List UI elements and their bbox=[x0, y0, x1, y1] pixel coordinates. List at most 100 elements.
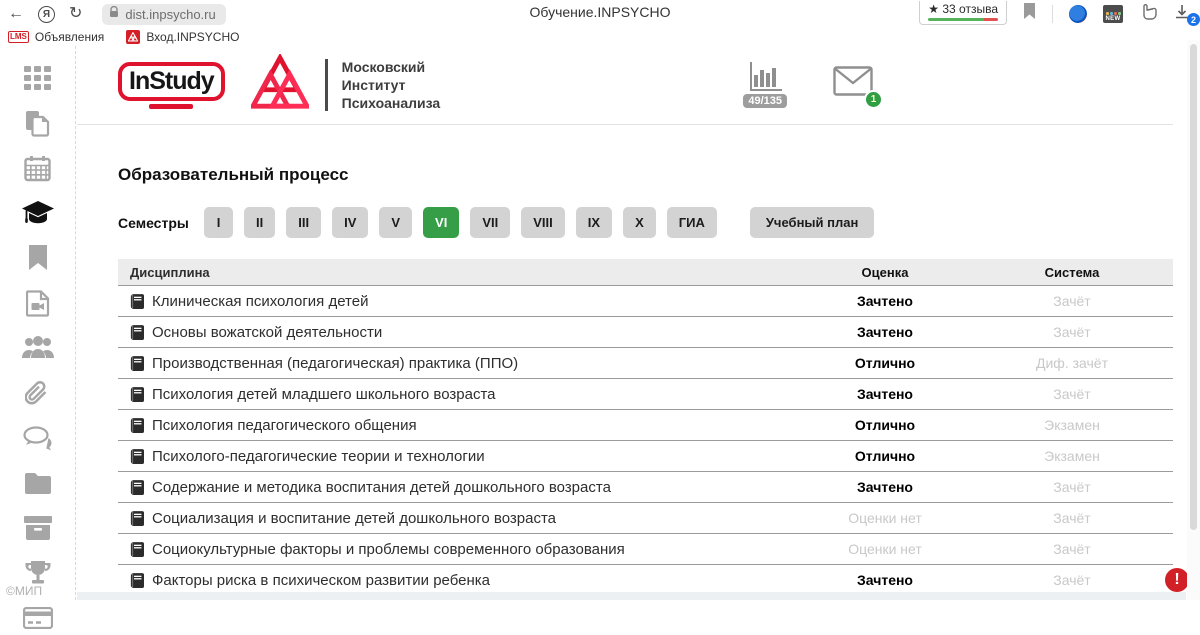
extension-new-icon[interactable]: NEW bbox=[1103, 5, 1123, 23]
site-header: InStudy Московский Институт Психоанализа bbox=[77, 46, 1173, 125]
extension-hand-icon[interactable] bbox=[1139, 3, 1158, 26]
grade-system: Экзамен bbox=[971, 448, 1173, 464]
mail-button[interactable]: 1 bbox=[833, 66, 873, 101]
bookmarks-bar: LMS Объявления Вход.INPSYCHO bbox=[0, 28, 1200, 46]
grade-value: Отлично bbox=[799, 355, 971, 371]
sidebar-item-archive[interactable] bbox=[21, 516, 55, 545]
documents-icon bbox=[25, 110, 51, 142]
refresh-icon[interactable]: ↻ bbox=[69, 6, 82, 22]
grade-system: Зачёт bbox=[971, 293, 1173, 309]
table-row[interactable]: Психология детей младшего школьного возр… bbox=[118, 379, 1173, 410]
grade-system: Зачёт bbox=[971, 386, 1173, 402]
discipline-name: Психология педагогического общения bbox=[152, 417, 417, 434]
sidebar-item-education-active[interactable] bbox=[21, 201, 55, 230]
grade-value: Отлично bbox=[799, 417, 971, 433]
browser-profile-icon[interactable]: Я bbox=[38, 6, 55, 23]
semester-selector: Семестры IIIIIIIVVVIVIIVIIIIXXГИАУчебный… bbox=[118, 207, 1173, 238]
semester-button-i[interactable]: I bbox=[204, 207, 233, 238]
sidebar-item-documents[interactable] bbox=[21, 111, 55, 140]
table-row[interactable]: Социализация и воспитание детей дошкольн… bbox=[118, 503, 1173, 534]
grade-value: Оценки нет bbox=[799, 541, 971, 557]
semester-button-v[interactable]: V bbox=[379, 207, 412, 238]
book-icon bbox=[130, 449, 144, 464]
table-row[interactable]: Социокультурные факторы и проблемы совре… bbox=[118, 534, 1173, 565]
table-row[interactable]: Психолого-педагогические теории и технол… bbox=[118, 441, 1173, 472]
grade-system: Зачёт bbox=[971, 510, 1173, 526]
page-title: Образовательный процесс bbox=[118, 165, 1173, 185]
semesters-label: Семестры bbox=[118, 215, 204, 231]
grade-value: Зачтено bbox=[799, 572, 971, 588]
bar-chart-icon bbox=[748, 62, 782, 97]
table-row[interactable]: Клиническая психология детей Зачтено Зач… bbox=[118, 286, 1173, 317]
reviews-count: 33 отзыва bbox=[942, 2, 998, 16]
bookmark-login-inpsycho[interactable]: Вход.INPSYCHO bbox=[126, 30, 239, 44]
sidebar-item-messages[interactable] bbox=[21, 426, 55, 455]
extension-browser-icon[interactable] bbox=[1069, 5, 1087, 23]
graduation-cap-icon bbox=[21, 200, 55, 231]
discipline-name: Социализация и воспитание детей дошкольн… bbox=[152, 510, 556, 527]
semester-button-vi[interactable]: VI bbox=[423, 207, 459, 238]
site-reviews-widget[interactable]: ★ 33 отзыва bbox=[919, 1, 1007, 25]
sidebar-item-payments[interactable] bbox=[21, 606, 55, 635]
bookmark-flag-icon[interactable] bbox=[1023, 3, 1036, 25]
downloads-button[interactable]: 2 bbox=[1174, 4, 1194, 24]
progress-count-badge: 49/135 bbox=[743, 94, 787, 108]
grade-value: Зачтено bbox=[799, 479, 971, 495]
semester-button-учебный-план[interactable]: Учебный план bbox=[750, 207, 874, 238]
grades-table: Дисциплина Оценка Система Клиническая пс… bbox=[118, 259, 1173, 596]
lock-icon bbox=[109, 5, 119, 23]
sidebar-item-video[interactable] bbox=[21, 291, 55, 320]
table-row[interactable]: Психология педагогического общения Отлич… bbox=[118, 410, 1173, 441]
reviews-rating-bar bbox=[928, 18, 998, 21]
semester-button-vii[interactable]: VII bbox=[470, 207, 510, 238]
address-bar[interactable]: dist.inpsycho.ru bbox=[102, 4, 225, 25]
grade-value: Отлично bbox=[799, 448, 971, 464]
sidebar-item-calendar[interactable] bbox=[21, 156, 55, 185]
page-scrollbar[interactable] bbox=[1187, 40, 1200, 600]
book-icon bbox=[130, 418, 144, 433]
semester-button-iv[interactable]: IV bbox=[332, 207, 368, 238]
semester-button-iii[interactable]: III bbox=[286, 207, 321, 238]
institute-name: Московский Институт Психоанализа bbox=[342, 58, 441, 113]
book-icon bbox=[130, 480, 144, 495]
archive-box-icon bbox=[24, 516, 52, 545]
grade-value: Оценки нет bbox=[799, 510, 971, 526]
progress-stats-button[interactable]: 49/135 bbox=[743, 62, 787, 108]
table-row[interactable]: Содержание и методика воспитания детей д… bbox=[118, 472, 1173, 503]
lms-logo-icon: LMS bbox=[8, 31, 29, 43]
book-icon bbox=[130, 542, 144, 557]
discipline-name: Основы вожатской деятельности bbox=[152, 324, 382, 341]
unread-mail-badge: 1 bbox=[864, 90, 883, 109]
bookmark-icon bbox=[28, 245, 48, 276]
url-text: dist.inpsycho.ru bbox=[125, 7, 215, 22]
sidebar-item-bookmarks[interactable] bbox=[21, 246, 55, 275]
new-badge: NEW bbox=[1106, 16, 1121, 23]
grade-value: Зачтено bbox=[799, 293, 971, 309]
sidebar-item-apps[interactable] bbox=[21, 66, 55, 95]
downloads-count-badge: 2 bbox=[1187, 13, 1200, 26]
scrollbar-thumb[interactable] bbox=[1190, 44, 1197, 530]
sidebar-item-groups[interactable] bbox=[21, 336, 55, 365]
browser-chrome: Обучение.INPSYCHO ← Я ↻ dist.inpsycho.ru… bbox=[0, 0, 1200, 28]
discipline-name: Клиническая психология детей bbox=[152, 293, 368, 310]
bookmark-announcements[interactable]: LMS Объявления bbox=[8, 30, 104, 44]
grade-system: Зачёт bbox=[971, 541, 1173, 557]
alert-exclamation-icon[interactable]: ! bbox=[1165, 568, 1189, 592]
semester-button-ix[interactable]: IX bbox=[576, 207, 612, 238]
semester-button-гиа[interactable]: ГИА bbox=[667, 207, 717, 238]
discipline-name: Психология детей младшего школьного возр… bbox=[152, 386, 495, 403]
semester-button-ii[interactable]: II bbox=[244, 207, 275, 238]
semester-button-viii[interactable]: VIII bbox=[521, 207, 565, 238]
institute-logo-icon bbox=[251, 54, 309, 117]
toolbar-separator bbox=[1052, 5, 1053, 23]
semester-button-x[interactable]: X bbox=[623, 207, 656, 238]
table-row[interactable]: Производственная (педагогическая) практи… bbox=[118, 348, 1173, 379]
sidebar-item-attachments[interactable] bbox=[21, 381, 55, 410]
instudy-logo[interactable]: InStudy bbox=[118, 62, 225, 109]
table-row[interactable]: Основы вожатской деятельности Зачтено За… bbox=[118, 317, 1173, 348]
back-icon[interactable]: ← bbox=[8, 6, 24, 22]
sidebar-item-files[interactable] bbox=[21, 471, 55, 500]
book-icon bbox=[130, 573, 144, 588]
grade-system: Диф. зачёт bbox=[971, 355, 1173, 371]
grades-table-body: Клиническая психология детей Зачтено Зач… bbox=[118, 286, 1173, 596]
